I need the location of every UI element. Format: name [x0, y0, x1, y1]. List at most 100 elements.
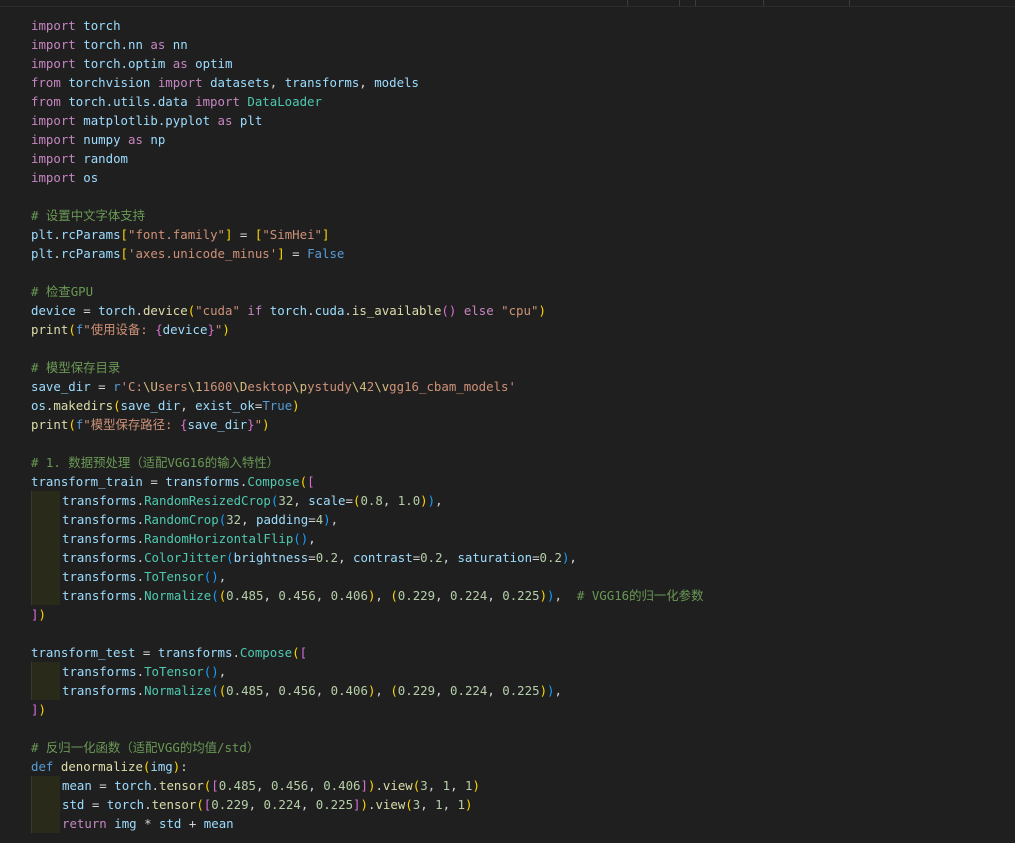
code-token: \1 [187, 379, 203, 394]
code-line-text: save_dir = r'C:\Users\11600\Desktop\pyst… [31, 379, 516, 394]
editor-top-strip [0, 0, 1015, 7]
code-token: , [300, 797, 316, 812]
code-token: } [207, 322, 215, 337]
code-line: device = torch.device("cuda" if torch.cu… [0, 301, 1015, 320]
code-token: \D [232, 379, 248, 394]
code-token: [ [120, 227, 129, 242]
code-token: img [150, 759, 173, 774]
code-token: "使用设备: [83, 322, 156, 337]
code-token: = [532, 550, 540, 565]
code-token: import [31, 132, 76, 147]
code-token: () [203, 664, 219, 679]
code-token: \v [374, 379, 390, 394]
code-token: Normalize [144, 683, 212, 698]
code-line [0, 339, 1015, 358]
code-token: else [463, 303, 494, 318]
code-token: [ [211, 778, 219, 793]
code-token: 1 [442, 778, 451, 793]
code-line-text: from torch.utils.data import DataLoader [31, 94, 322, 109]
code-token: ( [211, 588, 219, 603]
code-token: ( [405, 797, 413, 812]
code-token: ) [38, 702, 46, 717]
code-token: "模型保存路径: [83, 417, 180, 432]
code-line: def denormalize(img): [0, 757, 1015, 776]
code-token: print [31, 322, 69, 337]
code-token: , [487, 683, 503, 698]
code-line-text: from torchvision import datasets, transf… [31, 75, 419, 90]
code-editor[interactable]: import torch import torch.nn as nn import … [0, 16, 1015, 843]
code-token: np [150, 132, 166, 147]
code-token: plt [31, 246, 54, 261]
code-token: torchvision [68, 75, 151, 90]
code-token: import [31, 18, 76, 33]
code-line-text: # 反归一化函数（适配VGG的均值/std） [31, 740, 259, 755]
code-token: , [427, 778, 443, 793]
code-token: , [241, 512, 256, 527]
code-line-text: ]) [31, 702, 46, 717]
code-token: ystudy [307, 379, 352, 394]
code-token: , [315, 683, 331, 698]
code-token: , [569, 550, 577, 565]
code-token: . [136, 569, 145, 584]
code-token: 1 [457, 797, 466, 812]
code-token: transforms [165, 474, 240, 489]
code-line-text: plt.rcParams["font.family"] = ["SimHei"] [31, 227, 329, 242]
code-token: 0.224 [450, 588, 488, 603]
code-token: import [31, 170, 76, 185]
code-token: , [487, 588, 503, 603]
code-token: . [136, 493, 145, 508]
code-token: torch.nn [83, 37, 143, 52]
code-token: random [83, 151, 128, 166]
code-token: = [90, 379, 114, 394]
code-token: "cpu" [501, 303, 539, 318]
code-token: 0.225 [315, 797, 354, 812]
code-token: ) [292, 398, 300, 413]
code-token: . [232, 645, 240, 660]
code-token: " [254, 417, 263, 432]
code-token: 'C: [120, 379, 143, 394]
code-token: rcParams [60, 227, 121, 242]
code-line [0, 187, 1015, 206]
code-line: std = torch.tensor([0.229, 0.224, 0.225]… [0, 795, 1015, 814]
code-token: transforms [62, 493, 137, 508]
code-token: . [136, 664, 145, 679]
code-token: 0.229 [397, 588, 436, 603]
code-token: [ [307, 474, 315, 489]
code-line-text: transforms.RandomResizedCrop(32, scale=(… [31, 493, 443, 508]
code-line-text: transforms.Normalize((0.485, 0.456, 0.40… [31, 588, 703, 603]
code-token: RandomCrop [144, 512, 219, 527]
code-token: ( [226, 550, 234, 565]
code-line-text: mean = torch.tensor([0.485, 0.456, 0.406… [31, 778, 480, 793]
code-token: sers [157, 379, 188, 394]
code-line-text: transform_train = transforms.Compose([ [31, 474, 315, 489]
code-token: , [308, 531, 316, 546]
code-line [0, 624, 1015, 643]
code-token: transform_train [31, 474, 143, 489]
code-token: makedirs [53, 398, 114, 413]
code-line-text: plt.rcParams['axes.unicode_minus'] = Fal… [31, 246, 344, 261]
code-token: std [159, 816, 182, 831]
code-token: 0.225 [502, 588, 540, 603]
code-token: RandomResizedCrop [144, 493, 271, 508]
code-token: Normalize [144, 588, 212, 603]
code-line: os.makedirs(save_dir, exist_ok=True) [0, 396, 1015, 415]
code-line-text: print(f"模型保存路径: {save_dir}") [31, 417, 270, 432]
code-token: def [31, 759, 54, 774]
code-line: mean = torch.tensor([0.485, 0.456, 0.406… [0, 776, 1015, 795]
code-token: ) [539, 588, 548, 603]
code-line-text: transforms.ToTensor(), [31, 664, 226, 679]
code-token: . [375, 778, 383, 793]
code-token: = [84, 797, 107, 812]
code-token: transforms [157, 645, 233, 660]
code-line: # 设置中文字体支持 [0, 206, 1015, 225]
code-token: 0.225 [502, 683, 540, 698]
code-line: import numpy as np [0, 130, 1015, 149]
code-token: , [263, 588, 279, 603]
code-token: 0.406 [323, 778, 361, 793]
code-line: import torch.nn as nn [0, 35, 1015, 54]
code-line: from torchvision import datasets, transf… [0, 73, 1015, 92]
code-token: ) [360, 797, 368, 812]
